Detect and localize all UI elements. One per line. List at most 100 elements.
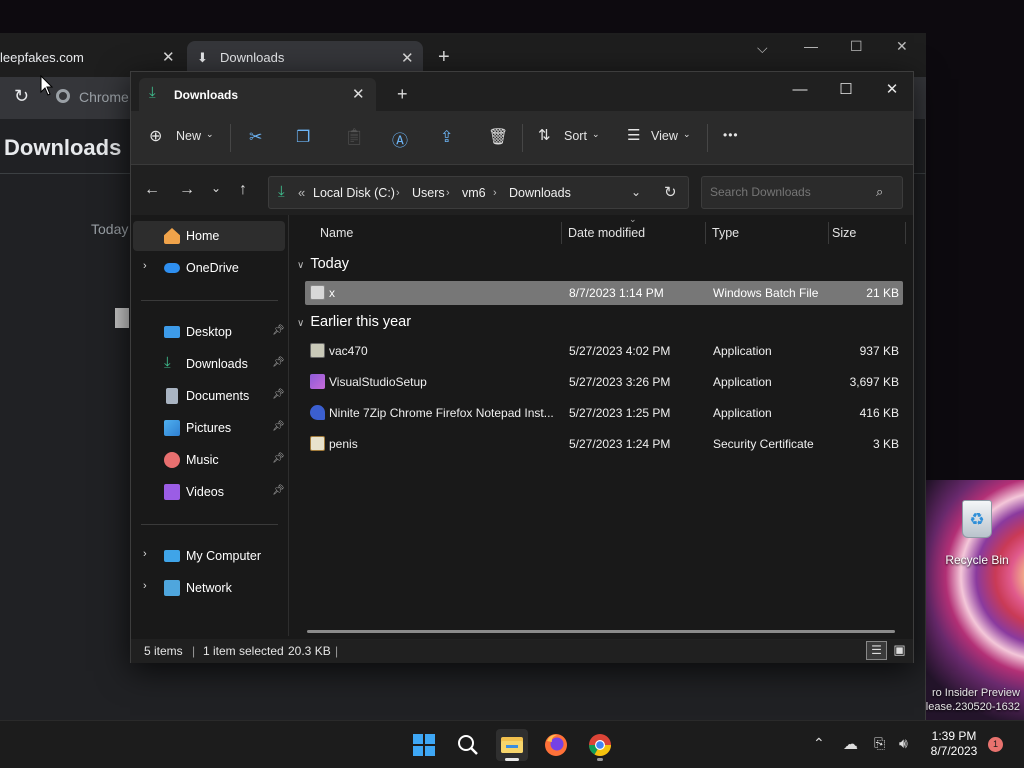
chevron-right-icon[interactable]: › [143,548,147,560]
column-divider[interactable] [905,222,906,244]
sidebar-item-downloads[interactable]: ⤓ Downloads 📌︎ [133,349,285,379]
minimize-button[interactable]: — [777,76,823,104]
address-bar[interactable]: ⤓ « Local Disk (C:) › Users › vm6 › Down… [268,176,689,209]
column-header-date-modified[interactable]: Date modified [568,226,645,240]
file-type: Windows Batch File [713,286,819,300]
breadcrumb-local-disk[interactable]: Local Disk (C:) [313,186,395,200]
recent-chevron-icon[interactable]: ⌄ [211,181,221,195]
close-icon[interactable]: ✕ [352,85,365,103]
sidebar-divider [141,300,278,301]
volume-icon[interactable]: 🔊︎ [899,735,908,752]
refresh-icon[interactable]: ↻ [664,183,677,201]
file-row[interactable]: Ninite 7Zip Chrome Firefox Notepad Inst.… [305,401,903,425]
chevron-right-icon[interactable]: › [396,187,400,199]
breadcrumb-downloads[interactable]: Downloads [509,186,571,200]
back-arrow-icon[interactable]: ← [144,181,160,199]
chevron-down-icon[interactable]: ∨ [297,260,304,271]
delete-icon[interactable]: 🗑︎ [488,127,508,147]
column-header-size[interactable]: Size [832,226,856,240]
chevron-right-icon[interactable]: › [493,187,497,199]
breadcrumb-vm6[interactable]: vm6 [462,186,486,200]
chevron-down-icon: ⌄ [592,129,600,139]
sidebar-item-videos[interactable]: Videos 📌︎ [133,477,285,507]
close-icon[interactable]: ✕ [401,49,414,67]
sidebar-item-documents[interactable]: Documents 📌︎ [133,381,285,411]
status-selection-size: 20.3 KB [288,644,331,658]
sidebar-item-pictures[interactable]: Pictures 📌︎ [133,413,285,443]
notification-badge[interactable]: 1 [988,737,1003,752]
chrome-tab-1[interactable]: leepfakes.com [0,50,84,65]
network-icon[interactable]: ⎘ [874,735,885,752]
omnibox-text[interactable]: Chrome [79,89,129,105]
copy-icon[interactable]: ❐ [296,127,310,147]
sidebar-item-network[interactable]: › Network [133,573,285,603]
maximize-icon[interactable]: ☐ [850,38,863,55]
close-icon[interactable]: ✕ [896,38,908,55]
more-options-icon[interactable]: ••• [723,128,739,142]
column-header-name[interactable]: Name [320,226,353,240]
pin-icon[interactable]: 📌︎ [272,421,285,432]
pin-icon[interactable]: 📌︎ [272,453,285,464]
details-view-icon[interactable]: ☰ [866,641,887,660]
tiles-view-icon[interactable]: ▣ [890,641,909,660]
paste-icon[interactable]: 📋︎ [344,127,364,147]
chevron-down-icon[interactable]: ⌵ [757,40,768,57]
sidebar-item-home[interactable]: Home [133,221,285,251]
share-icon[interactable]: ⇪ [440,127,453,147]
maximize-button[interactable]: ☐ [823,76,869,104]
new-tab-icon[interactable]: + [438,46,450,69]
minimize-icon[interactable]: — [804,38,818,54]
pin-icon[interactable]: 📌︎ [272,485,285,496]
taskbar-chrome[interactable] [584,729,616,761]
onedrive-offline-icon[interactable]: ☁ [843,735,858,753]
file-row[interactable]: VisualStudioSetup 5/27/2023 3:26 PM Appl… [305,370,903,394]
column-header-type[interactable]: Type [712,226,739,240]
pin-icon[interactable]: 📌︎ [272,325,285,336]
search-icon[interactable]: ⌕ [876,184,883,200]
column-divider[interactable] [561,222,562,244]
close-icon[interactable]: ✕ [162,48,175,66]
search-input[interactable] [710,185,870,199]
breadcrumb-users[interactable]: Users [412,186,445,200]
show-hidden-icons-chevron[interactable]: ⌃ [813,735,825,752]
taskbar-clock[interactable]: 1:39 PM 8/7/2023 [924,729,984,759]
sidebar-item-label: Documents [186,389,250,403]
taskbar-firefox[interactable] [540,729,572,761]
reload-icon[interactable]: ↻ [14,86,29,107]
address-history-chevron-icon[interactable]: ⌄ [631,185,641,199]
explorer-tab-downloads[interactable]: ⤓ Downloads ✕ [139,78,376,111]
up-arrow-icon[interactable]: ↑ [239,181,247,199]
clock-time: 1:39 PM [931,729,977,743]
rename-icon[interactable]: Ⓐ [392,127,408,151]
overflow-chevron[interactable]: « [298,185,305,200]
sidebar-item-music[interactable]: Music 📌︎ [133,445,285,475]
start-button[interactable] [408,729,440,761]
pin-icon[interactable]: 📌︎ [272,389,285,400]
taskbar-file-explorer[interactable] [496,729,528,761]
search-box[interactable]: ⌕ [701,176,903,209]
group-header-today[interactable]: ∨ Today [297,256,349,272]
column-divider[interactable] [828,222,829,244]
chevron-right-icon[interactable]: › [143,580,147,592]
chevron-right-icon[interactable]: › [446,187,450,199]
horizontal-scrollbar[interactable] [307,630,895,633]
file-row[interactable]: penis 5/27/2023 1:24 PM Security Certifi… [305,432,903,456]
search-button[interactable] [452,729,484,761]
chevron-right-icon[interactable]: › [143,260,147,272]
sidebar-item-onedrive[interactable]: › OneDrive [133,253,285,283]
close-button[interactable]: ✕ [869,76,915,104]
recycle-bin[interactable]: Recycle Bin [945,500,1009,567]
chevron-down-icon[interactable]: ∨ [297,318,304,329]
new-tab-icon[interactable]: + [397,84,408,105]
forward-arrow-icon[interactable]: → [179,181,195,199]
pin-icon[interactable]: 📌︎ [272,357,285,368]
sidebar-item-my-computer[interactable]: › My Computer [133,541,285,571]
mouse-cursor-icon [40,75,54,96]
music-icon [164,452,180,468]
cut-icon[interactable]: ✂ [249,127,262,147]
sidebar-item-desktop[interactable]: Desktop 📌︎ [133,317,285,347]
file-row[interactable]: x 8/7/2023 1:14 PM Windows Batch File 21… [305,281,903,305]
group-header-earlier-this-year[interactable]: ∨ Earlier this year [297,314,411,330]
column-divider[interactable] [705,222,706,244]
file-row[interactable]: vac470 5/27/2023 4:02 PM Application 937… [305,339,903,363]
